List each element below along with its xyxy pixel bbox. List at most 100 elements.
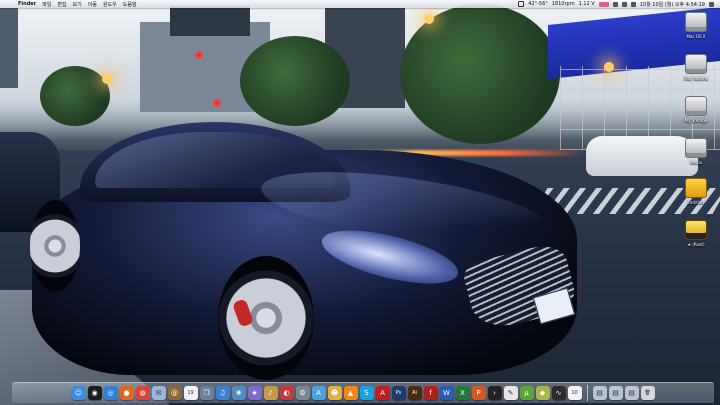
dock-applications-stack-icon[interactable]: ▤ [592, 386, 607, 400]
dock-glyph: ◍ [139, 389, 146, 397]
bluetooth-icon[interactable] [612, 1, 618, 7]
tree [240, 36, 350, 126]
cpu-meter-icon[interactable] [598, 1, 609, 7]
dock-terminal-icon[interactable]: › [487, 386, 502, 400]
dock-glyph: P [476, 389, 481, 397]
traffic-light [214, 100, 220, 106]
dock-photoshop-icon[interactable]: Ps [391, 386, 406, 400]
dock-cyberduck-icon[interactable]: ◆ [535, 386, 550, 400]
desktop-icon-media[interactable]: Media [674, 138, 718, 165]
dock-glyph: X [460, 389, 465, 397]
dock: ☺ ◉ ◎ ● ◍ ✉ @19 ❐ ♫ ❀ ★ ♪ ◐ ⚙ A ☻ ▲ S A Ps Ai f W X P › ✎ µ ◆ ∿ 10 ▤ ▤ ▤ 🗑 [12, 382, 714, 403]
dock-acrobat-icon[interactable]: A [375, 386, 390, 400]
dock-glyph: 10 [571, 390, 578, 396]
dock-itunes-icon[interactable]: ♫ [215, 386, 230, 400]
spotlight-icon[interactable] [709, 1, 714, 7]
desktop-icon-root[interactable]: ★ (Root) [674, 220, 718, 247]
status-icon[interactable] [518, 1, 525, 7]
tree [400, 4, 560, 144]
dock-glyph: ☺ [74, 389, 83, 397]
dock-glyph: ◉ [91, 389, 98, 397]
dock-address-book-icon[interactable]: @ [167, 386, 182, 400]
menu-file[interactable]: 파일 [42, 1, 51, 8]
dock-glyph: ♫ [219, 389, 226, 397]
dock-glyph: µ [524, 389, 529, 397]
dock-glyph: ▤ [628, 389, 635, 397]
voltage-readout[interactable]: 1.12 V [579, 1, 595, 7]
dock-finder-icon[interactable]: ☺ [71, 386, 86, 400]
dock-textedit-icon[interactable]: ✎ [503, 386, 518, 400]
desktop-icon-label: Mac Volume [683, 76, 709, 81]
fan-speed-readout[interactable]: 1810rpm [552, 1, 575, 7]
desktop-icon-label: My Storage [684, 118, 708, 123]
menu-edit[interactable]: 편집 [57, 1, 66, 8]
dock-glyph: ◆ [539, 389, 546, 397]
menu-extras: 42°-56° 1810rpm 1.12 V 10월 10일 (월) 오후 4:… [518, 0, 714, 8]
desktop-icon-storage[interactable]: My Storage [674, 96, 718, 123]
desktop-icon-volume[interactable]: Mac Volume [674, 54, 718, 81]
dock-garageband-icon[interactable]: ♪ [263, 386, 278, 400]
dock-ical-icon[interactable]: 19 [183, 386, 198, 400]
dock-illustrator-icon[interactable]: Ai [407, 386, 422, 400]
dock-vlc-icon[interactable]: ▲ [343, 386, 358, 400]
dock-excel-icon[interactable]: X [455, 386, 470, 400]
dock-glyph: ✎ [507, 389, 514, 397]
dock-firefox-icon[interactable]: ● [119, 386, 134, 400]
car-rear-wheel [30, 200, 80, 292]
dock-documents-stack-icon[interactable]: ▤ [608, 386, 623, 400]
dock-utorrent-icon[interactable]: µ [519, 386, 534, 400]
desktop-icon-label: ★ (Root) [687, 242, 705, 247]
desktop-icon-label: Mac OS X [686, 34, 706, 39]
dock-glyph: ♪ [268, 389, 273, 397]
dock-glyph: A [316, 389, 321, 397]
building-left [0, 8, 18, 88]
car-front-wheel [218, 256, 314, 380]
menu-clock[interactable]: 10월 10일 (월) 오후 4:54:19 [640, 1, 705, 8]
dock-calendar-widget-icon[interactable]: 10 [567, 386, 582, 400]
dock-imovie-icon[interactable]: ★ [247, 386, 262, 400]
dock-glyph: ❀ [235, 389, 242, 397]
weather-readout[interactable]: 42°-56° [528, 1, 548, 7]
usb-drive-icon [685, 178, 707, 198]
dock-preview-icon[interactable]: ❐ [199, 386, 214, 400]
dock-trash-icon[interactable]: 🗑 [640, 386, 655, 400]
hard-drive-icon [685, 12, 707, 32]
volume-icon[interactable] [630, 1, 636, 7]
dock-adium-icon[interactable]: ☻ [327, 386, 342, 400]
wifi-icon[interactable] [621, 1, 627, 7]
dock-photo-booth-icon[interactable]: ◐ [279, 386, 294, 400]
dock-chrome-icon[interactable]: ◍ [135, 386, 150, 400]
dock-powerpoint-icon[interactable]: P [471, 386, 486, 400]
street-lamp [102, 74, 112, 84]
dock-glyph: ● [123, 389, 130, 397]
dock-glyph: W [443, 389, 450, 397]
hard-drive-icon [685, 138, 707, 158]
dock-glyph: ❐ [203, 389, 210, 397]
desktop-icon-usb[interactable]: Untitled [674, 178, 718, 205]
dock-safari-icon[interactable]: ◎ [103, 386, 118, 400]
menu-window[interactable]: 윈도우 [103, 1, 117, 8]
dock-downloads-stack-icon[interactable]: ▤ [624, 386, 639, 400]
tree [40, 66, 110, 126]
dock-mail-icon[interactable]: ✉ [151, 386, 166, 400]
dock-skype-icon[interactable]: S [359, 386, 374, 400]
dock-glyph: ∿ [555, 389, 562, 397]
menu-help[interactable]: 도움말 [123, 1, 137, 8]
dock-glyph: Ps [395, 390, 402, 396]
dock-word-icon[interactable]: W [439, 386, 454, 400]
desktop-wallpaper [0, 0, 720, 405]
dock-glyph: ★ [251, 389, 258, 397]
dock-system-preferences-icon[interactable]: ⚙ [295, 386, 310, 400]
dock-glyph: ⚙ [299, 389, 306, 397]
dock-app-store-icon[interactable]: A [311, 386, 326, 400]
dock-activity-monitor-icon[interactable]: ∿ [551, 386, 566, 400]
menu-view[interactable]: 보기 [73, 1, 82, 8]
desktop-icon-mac-os-x[interactable]: Mac OS X [674, 12, 718, 39]
dock-glyph: ☻ [330, 389, 339, 397]
menu-app-name[interactable]: Finder [18, 1, 36, 7]
menu-go[interactable]: 이동 [88, 1, 97, 8]
desktop-icon-label: Untitled [688, 200, 704, 205]
dock-dashboard-icon[interactable]: ◉ [87, 386, 102, 400]
dock-flash-icon[interactable]: f [423, 386, 438, 400]
dock-iphoto-icon[interactable]: ❀ [231, 386, 246, 400]
